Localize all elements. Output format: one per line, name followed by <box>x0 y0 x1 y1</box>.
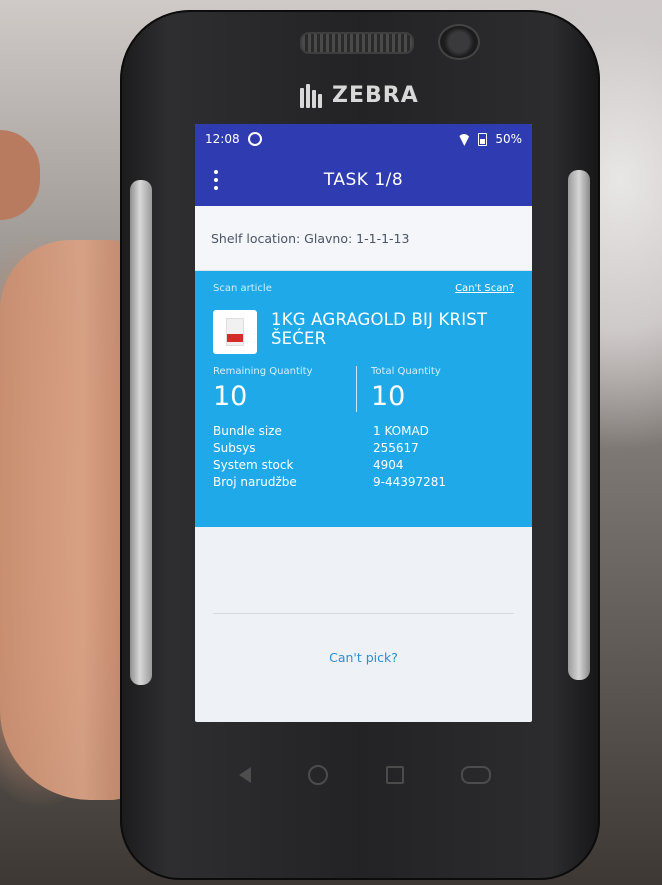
detail-label: Subsys <box>213 441 256 455</box>
detail-label: System stock <box>213 458 294 472</box>
back-icon[interactable] <box>238 767 251 783</box>
product-name-line1: 1KG AGRAGOLD BIJ KRIST <box>271 310 488 329</box>
detail-value: 1 KOMAD <box>373 424 429 438</box>
detail-label: Bundle size <box>213 424 282 438</box>
zebra-logo-icon <box>300 82 326 108</box>
detail-value: 255617 <box>373 441 419 455</box>
overflow-menu-button[interactable] <box>195 154 237 206</box>
quantity-row: Remaining Quantity 10 Total Quantity 10 <box>213 366 514 412</box>
clock: 12:08 <box>205 132 240 146</box>
home-icon[interactable] <box>308 765 329 785</box>
recent-apps-icon[interactable] <box>385 766 404 784</box>
remaining-quantity: Remaining Quantity 10 <box>213 366 356 412</box>
cant-pick-button[interactable]: Can't pick? <box>195 650 532 665</box>
brand-text: ZEBRA <box>332 82 419 108</box>
right-side-grip <box>568 170 590 680</box>
shelf-location: Shelf location: Glavno: 1-1-1-13 <box>195 206 532 271</box>
cant-scan-link[interactable]: Can't Scan? <box>455 283 514 294</box>
device-screen: 12:08 50% TASK 1/8 Shelf location: Glavn… <box>195 124 532 722</box>
scan-article-label: Scan article <box>213 283 272 294</box>
detail-label: Broj narudžbe <box>213 475 297 489</box>
article-card: Scan article Can't Scan? 1KG AGRAGOLD BI… <box>195 271 532 527</box>
sync-icon <box>247 132 262 146</box>
product-name-line2: ŠEĆER <box>271 329 327 348</box>
article-details: Bundle size 1 KOMAD Subsys 255617 System… <box>213 424 514 489</box>
menu-dot-icon <box>214 186 218 190</box>
front-camera <box>438 24 480 60</box>
page-title: TASK 1/8 <box>323 170 404 190</box>
product-name: 1KG AGRAGOLD BIJ KRIST ŠEĆER <box>271 310 487 348</box>
device-brand-logo: ZEBRA <box>300 80 430 110</box>
total-quantity-value: 10 <box>371 381 406 412</box>
wifi-icon <box>458 134 470 144</box>
menu-dot-icon <box>214 170 218 174</box>
left-side-grip <box>130 180 152 685</box>
app-bar: TASK 1/8 <box>195 154 532 206</box>
total-quantity: Total Quantity 10 <box>356 366 514 412</box>
battery-icon <box>478 132 488 146</box>
product-image <box>213 310 257 354</box>
remaining-quantity-label: Remaining Quantity <box>213 366 313 377</box>
total-quantity-label: Total Quantity <box>371 366 441 377</box>
menu-dot-icon <box>214 178 218 182</box>
sugar-package-icon <box>226 318 244 346</box>
detail-value: 4904 <box>373 458 404 472</box>
navigation-keys <box>210 758 520 792</box>
detail-value: 9-44397281 <box>373 475 447 489</box>
status-bar: 12:08 50% <box>195 124 532 154</box>
search-key-icon[interactable] <box>461 766 492 784</box>
battery-level: 50% <box>495 132 522 146</box>
remaining-quantity-value: 10 <box>213 381 248 412</box>
earpiece-speaker <box>300 32 414 54</box>
divider <box>213 527 514 614</box>
